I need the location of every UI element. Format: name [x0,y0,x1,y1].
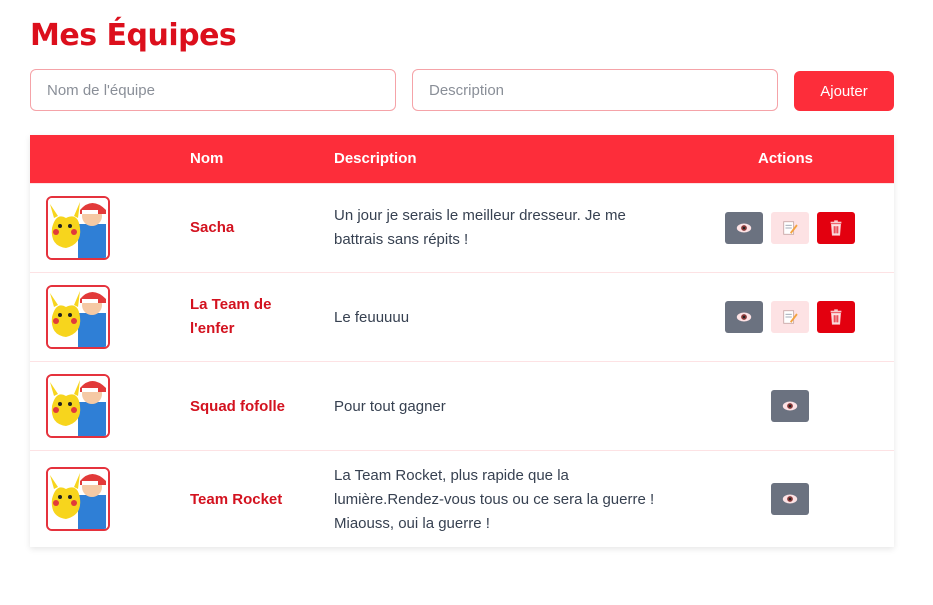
trash-icon [830,309,842,325]
view-button[interactable] [771,483,809,515]
delete-button[interactable] [817,212,855,244]
trainer-pikachu-image [48,287,108,347]
trainer-pikachu-image [48,469,108,529]
table-row: La Team de l'enfer Le feuuuuu [30,272,894,361]
team-description-input[interactable] [412,69,778,111]
team-description: Pour tout gagner [334,398,446,415]
team-description: Un jour je serais le meilleur dresseur. … [334,207,626,248]
memo-icon [783,221,798,235]
edit-button[interactable] [771,301,809,333]
memo-icon [783,310,798,324]
row-actions [710,212,870,244]
team-name: Squad fofolle [190,398,285,415]
team-avatar [46,196,110,260]
edit-button[interactable] [771,212,809,244]
row-actions [710,301,870,333]
row-actions [710,483,870,515]
table-header: Nom Description Actions [30,135,894,183]
trash-icon [830,220,842,236]
team-avatar [46,374,110,438]
team-description: Le feuuuuu [334,309,410,326]
header-description: Description [334,150,417,167]
team-name: La Team de l'enfer [190,296,272,337]
trainer-pikachu-image [48,198,108,258]
add-team-button[interactable]: Ajouter [794,71,894,111]
eye-icon [782,494,798,504]
add-team-form: Ajouter [30,69,894,111]
team-avatar [46,467,110,531]
row-actions [710,390,870,422]
team-avatar [46,285,110,349]
view-button[interactable] [725,301,763,333]
trainer-pikachu-image [48,376,108,436]
team-name: Sacha [190,219,235,236]
eye-icon [736,312,752,322]
eye-icon [736,223,752,233]
page-title: Mes Équipes [30,18,237,53]
header-actions: Actions [758,150,814,167]
delete-button[interactable] [817,301,855,333]
teams-table: Nom Description Actions Sacha Un jour je… [30,135,894,547]
team-name: Team Rocket [190,491,283,508]
table-row: Squad fofolle Pour tout gagner [30,361,894,450]
team-description: La Team Rocket, plus rapide que la lumiè… [334,467,655,532]
header-nom: Nom [190,150,224,167]
table-row: Team Rocket La Team Rocket, plus rapide … [30,450,894,547]
view-button[interactable] [771,390,809,422]
eye-icon [782,401,798,411]
table-row: Sacha Un jour je serais le meilleur dres… [30,183,894,272]
team-name-input[interactable] [30,69,396,111]
view-button[interactable] [725,212,763,244]
